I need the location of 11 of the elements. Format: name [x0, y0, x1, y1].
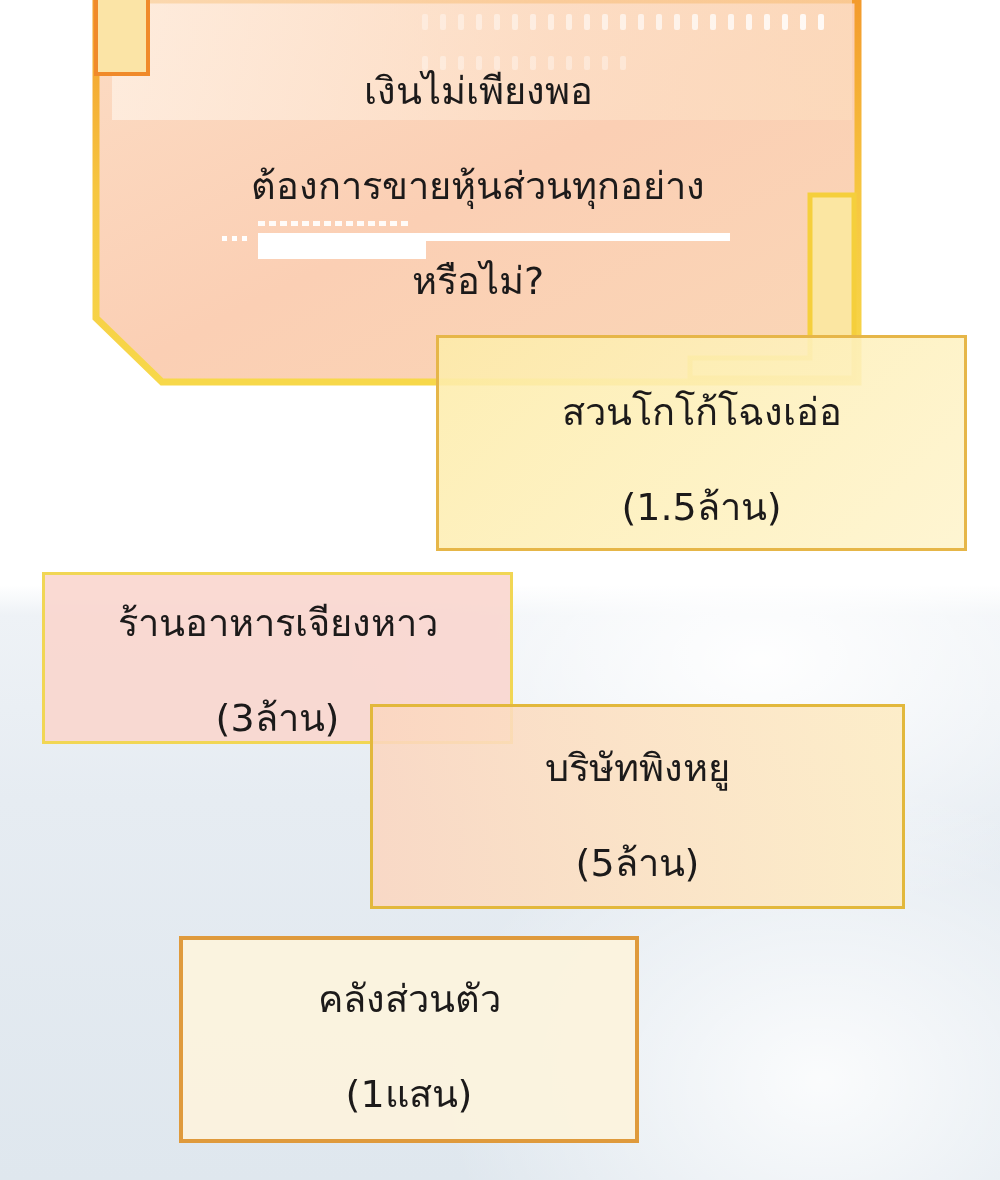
dialog-text: หรือไม่?: [411, 258, 545, 305]
option-name: คลังส่วนตัว: [317, 976, 501, 1023]
dialog-text: เงินไม่เพียงพอ: [363, 68, 593, 115]
option-price: (1.5ล้าน): [621, 484, 782, 531]
option-name: บริษัทพิงหยู: [545, 745, 730, 793]
dialog-text: ต้องการขายหุ้นส่วนทุกอย่าง: [251, 163, 705, 211]
option-name: ร้านอาหารเจียงหาว: [117, 600, 438, 647]
option-name: สวนโกโก้โฉงเอ่อ: [561, 389, 842, 436]
option-price: (3ล้าน): [215, 695, 340, 742]
option-price: (1แสน): [345, 1071, 473, 1118]
option-price: (5ล้าน): [575, 840, 700, 887]
